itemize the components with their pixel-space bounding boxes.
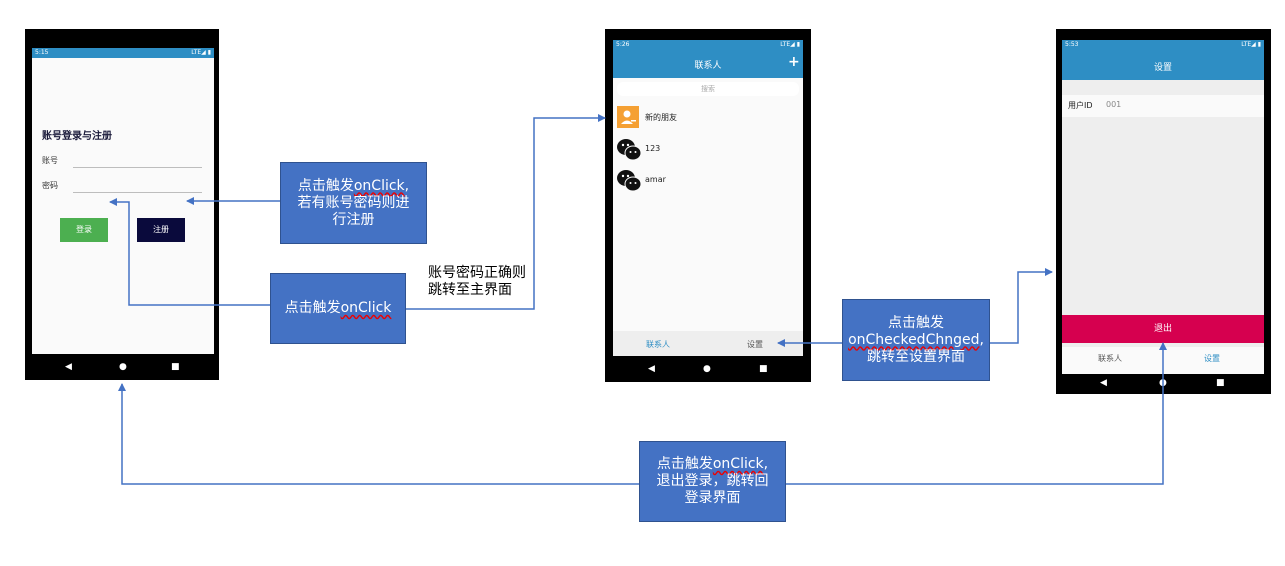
note-text: , <box>763 456 769 472</box>
register-note: 点击触发onClick, 若有账号密码则进 行注册 <box>280 162 427 244</box>
note-code: onClick <box>340 300 392 316</box>
settings-note: 点击触发 onCheckedChnged, 跳转至设置界面 <box>842 299 990 381</box>
note-line: 点击触发onClick <box>285 300 392 317</box>
login-arrow <box>109 198 270 306</box>
note-line: 登录界面 <box>684 490 741 506</box>
note-line: 行注册 <box>332 211 375 228</box>
note-line: 点击触发 <box>888 314 944 331</box>
note-code: onCheckedChnged <box>848 331 980 348</box>
back-to-login-arrow <box>118 383 639 485</box>
note-code: onClick <box>353 177 405 194</box>
note-text: 点击触发 <box>284 300 341 316</box>
note-code: onClick <box>712 456 764 472</box>
logout-note: 点击触发onClick, 退出登录，跳转回 登录界面 <box>639 441 786 522</box>
note-line: 点击触发onClick, <box>657 456 768 473</box>
label-line: 账号密码正确则 <box>428 265 526 281</box>
note-line: onCheckedChnged, <box>848 332 984 349</box>
note-line: 点击触发onClick, <box>298 178 409 195</box>
note-line: 若有账号密码则进 <box>297 194 410 211</box>
note-line: 退出登录，跳转回 <box>656 473 769 489</box>
login-success-label: 账号密码正确则 跳转至主界面 <box>428 265 526 299</box>
note-text: 点击触发 <box>297 177 354 194</box>
label-line: 跳转至主界面 <box>428 282 512 298</box>
note-line: 跳转至设置界面 <box>867 348 965 365</box>
note-text: , <box>404 177 410 194</box>
note-text: , <box>979 331 984 348</box>
note-text: 点击触发 <box>656 456 713 472</box>
login-note: 点击触发onClick <box>270 273 406 344</box>
to-settings-arrow <box>990 268 1053 344</box>
